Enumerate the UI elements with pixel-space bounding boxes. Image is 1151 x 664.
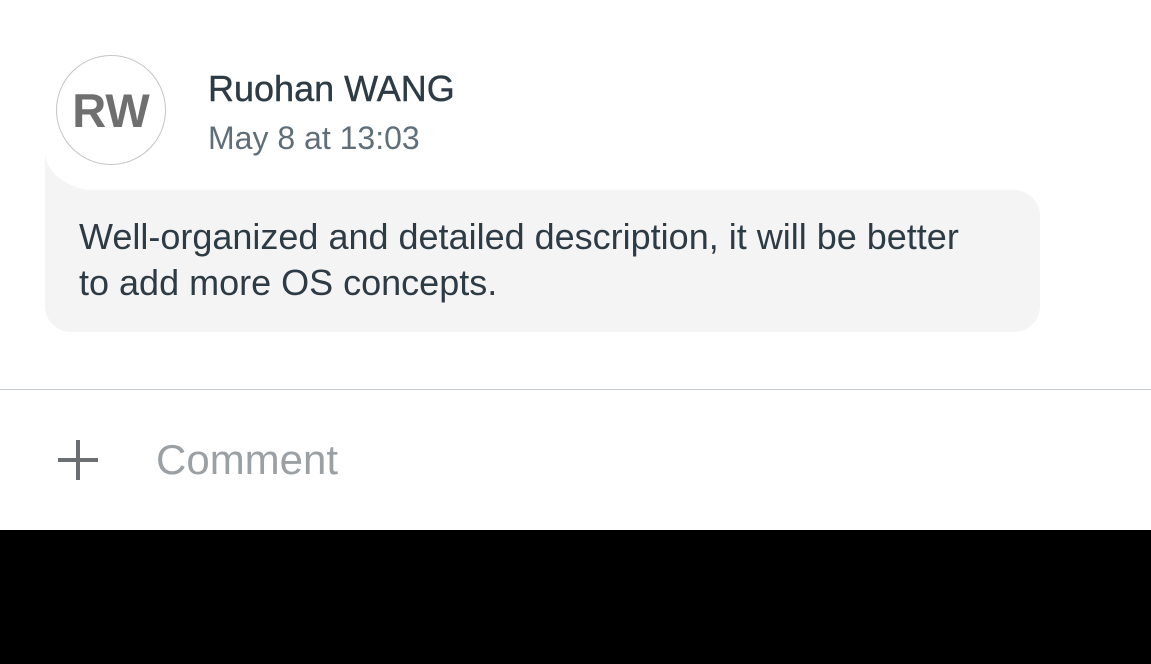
plus-icon [58,440,98,480]
screen: RW Ruohan WANG May 8 at 13:03 Well-organ… [0,0,1151,664]
comment-composer [0,390,1151,530]
avatar-initials: RW [72,83,150,137]
comment-input[interactable] [156,430,1056,490]
comment-body: Well-organized and detailed description,… [79,216,959,303]
avatar[interactable]: RW [56,55,166,165]
add-attachment-button[interactable] [48,430,108,490]
comment-bubble: Well-organized and detailed description,… [45,190,1040,332]
comment-timestamp: May 8 at 13:03 [208,120,420,156]
comments-panel: RW Ruohan WANG May 8 at 13:03 Well-organ… [0,0,1151,530]
comment-item: RW Ruohan WANG May 8 at 13:03 Well-organ… [0,0,1151,389]
comment-author[interactable]: Ruohan WANG [208,68,455,110]
